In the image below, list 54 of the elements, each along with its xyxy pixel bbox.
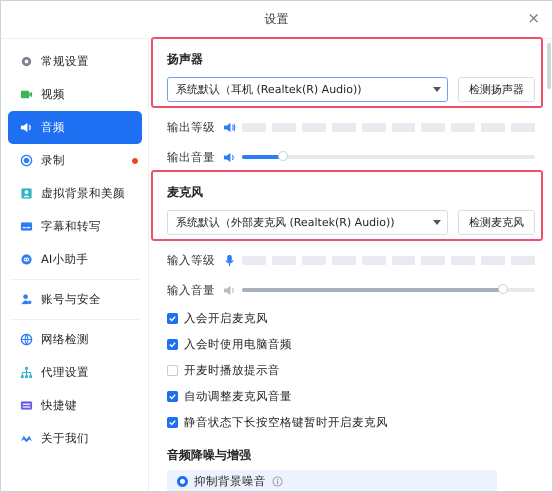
device-dropdown[interactable]: 系统默认（耳机 (Realtek(R) Audio)) (167, 77, 448, 102)
volume-label: 输入音量 (167, 282, 216, 298)
test-button[interactable]: 检测扬声器 (458, 77, 535, 102)
sidebar-item[interactable]: 字幕和转写 (8, 210, 142, 243)
record-icon (20, 154, 33, 167)
sidebar-item[interactable]: 关于我们 (8, 422, 142, 455)
volume-label: 输出音量 (167, 150, 216, 164)
sidebar-item[interactable]: 虚拟背景和美颜 (8, 177, 142, 210)
checkmark-icon (168, 392, 177, 400)
sidebar-item[interactable]: 视频 (8, 78, 142, 111)
person-icon (20, 187, 33, 200)
caption-icon (20, 220, 33, 233)
option-checkbox[interactable]: 自动调整麦克风音量 (167, 383, 535, 409)
section-title: 音频降噪与增强 (167, 447, 252, 464)
info-icon (272, 476, 283, 487)
option-checkbox[interactable]: 入会时使用电脑音频 (167, 331, 535, 357)
section-title: 扬声器 (167, 51, 204, 68)
sidebar-item[interactable]: 常规设置 (8, 45, 142, 78)
meter-label: 输出等级 (167, 120, 216, 134)
radio-option[interactable]: 抑制背景噪音 (177, 474, 487, 489)
checkmark-icon (168, 314, 177, 322)
globe-icon (20, 333, 33, 346)
checkmark-icon (168, 418, 177, 426)
device-dropdown[interactable]: 系统默认（外部麦克风 (Realtek(R) Audio)) (167, 210, 448, 235)
user-icon (20, 293, 33, 306)
caret-icon (433, 220, 441, 225)
test-button[interactable]: 检测麦克风 (458, 210, 535, 235)
close-button[interactable]: × (523, 9, 544, 27)
sidebar-item[interactable]: 网络检测 (8, 323, 142, 356)
speaker-icon (223, 150, 236, 164)
speaker-icon (20, 121, 33, 134)
meter-label: 输入等级 (167, 252, 216, 268)
sidebar-item[interactable]: 代理设置 (8, 356, 142, 389)
scrollbar[interactable] (547, 43, 551, 89)
sidebar-item[interactable]: 账号与安全 (8, 283, 142, 316)
camera-icon (20, 88, 33, 101)
sidebar-item[interactable]: 音频 (8, 111, 142, 144)
network-icon (20, 366, 33, 379)
option-checkbox[interactable]: 入会开启麦克风 (167, 305, 535, 331)
sidebar-item[interactable]: AI小助手 (8, 243, 142, 276)
caret-icon (433, 87, 441, 92)
microphone-icon (223, 254, 236, 266)
option-checkbox[interactable]: 静音状态下长按空格键暂时开启麦克风 (167, 409, 535, 435)
sidebar-item[interactable]: 快捷键 (8, 389, 142, 422)
speaker-icon (223, 120, 236, 134)
speaker-icon (223, 284, 236, 296)
robot-icon (20, 253, 33, 266)
option-checkbox[interactable]: 开麦时播放提示音 (167, 357, 535, 383)
keyboard-icon (20, 399, 33, 412)
window-title: 设置 (264, 11, 288, 28)
section-title: 麦克风 (167, 184, 204, 201)
sidebar-item[interactable]: 录制 (8, 144, 142, 177)
checkmark-icon (168, 340, 177, 348)
settings-icon (20, 55, 33, 68)
